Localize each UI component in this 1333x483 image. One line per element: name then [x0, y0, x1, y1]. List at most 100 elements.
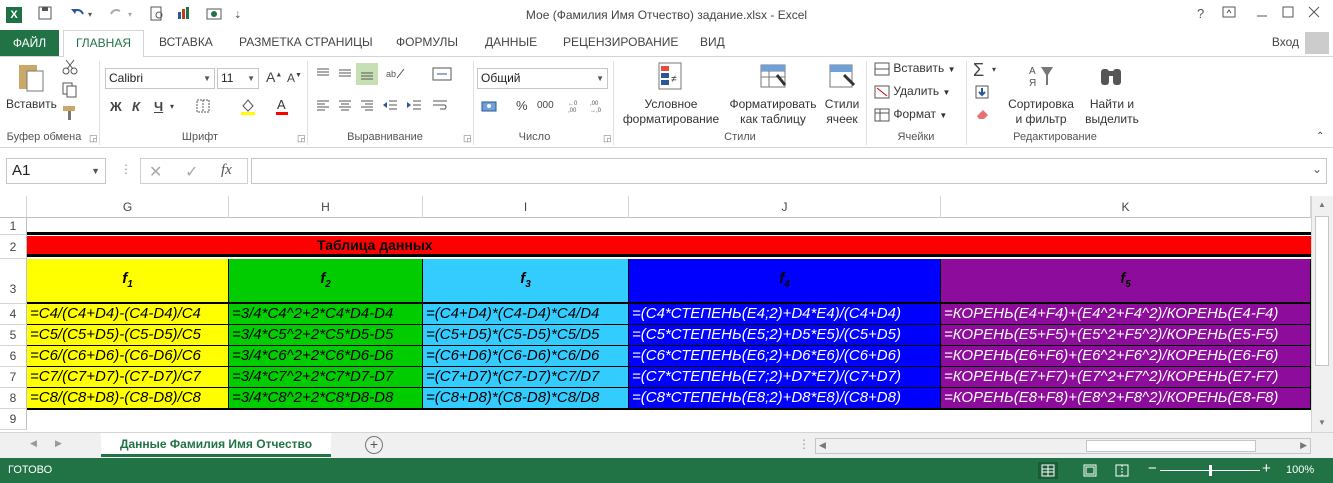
table-cell[interactable]: =C8/(C8+D8)-(C8-D8)/C8 [27, 388, 229, 409]
table-cell[interactable]: =(C7*СТЕПЕНЬ(E7;2)+D7*E7)/(C7+D7) [629, 367, 941, 388]
avatar[interactable] [1305, 32, 1329, 54]
scroll-thumb[interactable] [1315, 216, 1329, 366]
help-button[interactable]: ? [1197, 6, 1204, 21]
format-as-table-button[interactable]: Форматировать как таблицу [726, 61, 820, 127]
collapse-ribbon-icon[interactable]: ⌃ [1316, 131, 1324, 142]
select-all-corner[interactable] [0, 196, 27, 218]
paste-button[interactable]: Вставить [6, 61, 57, 121]
scroll-down-icon[interactable]: ▼ [1318, 418, 1326, 427]
table-cell[interactable]: =3/4*C6^2+2*C6*D6-D6 [229, 346, 423, 367]
tab-file[interactable]: ФАЙЛ [0, 30, 59, 56]
enter-icon[interactable]: ✓ [185, 162, 198, 182]
prev-sheet-icon[interactable]: ◀ [30, 438, 37, 449]
row-header[interactable]: 8 [0, 388, 27, 409]
shrink-font-icon[interactable]: A▼ [287, 71, 302, 85]
clipboard-dialog-launcher-icon[interactable]: ◲ [89, 133, 98, 144]
table-cell[interactable]: =(C8+D8)*(C8-D8)*C8/D8 [423, 388, 629, 409]
header-cell[interactable]: f1 [27, 259, 229, 304]
column-header-k[interactable]: K [941, 196, 1311, 218]
tab-data[interactable]: ДАННЫЕ [485, 35, 537, 49]
table-cell[interactable]: =3/4*C5^2+2*C5*D5-D5 [229, 325, 423, 346]
align-right-icon[interactable] [360, 99, 374, 114]
table-cell[interactable]: =3/4*C7^2+2*C7*D7-D7 [229, 367, 423, 388]
conditional-formatting-button[interactable]: ≠ Условное форматирование [618, 61, 724, 127]
table-cell[interactable]: =(C4+D4)*(C4-D4)*C4/D4 [423, 304, 629, 325]
header-cell[interactable]: f5 [941, 259, 1311, 304]
scroll-left-icon[interactable]: ◀ [819, 440, 826, 451]
percent-button[interactable]: % [516, 98, 528, 113]
close-icon[interactable] [1308, 6, 1320, 21]
cell-styles-button[interactable]: Стили ячеек [820, 61, 864, 127]
decrease-decimal-icon[interactable]: ,00 →,0 [590, 99, 608, 116]
font-size-select[interactable]: 11 ▼ [217, 68, 259, 89]
add-sheet-icon[interactable]: + [365, 436, 383, 454]
thousands-separator-button[interactable]: 000 [537, 100, 554, 111]
tab-home[interactable]: ГЛАВНАЯ [63, 30, 144, 57]
tab-view[interactable]: ВИД [700, 35, 725, 49]
table-cell[interactable]: =3/4*C8^2+2*C8*D8-D8 [229, 388, 423, 409]
cancel-icon[interactable]: ✕ [149, 162, 162, 182]
increase-decimal-icon[interactable]: ←0,00 [568, 99, 586, 116]
sort-filter-button[interactable]: АЯ Сортировка и фильтр [1006, 61, 1076, 127]
row-header[interactable]: 9 [0, 409, 27, 430]
insert-cells-button[interactable]: Вставить ▼ [874, 61, 964, 77]
tab-review[interactable]: РЕЦЕНЗИРОВАНИЕ [563, 35, 678, 49]
row-header[interactable]: 1 [0, 218, 27, 235]
horizontal-scrollbar[interactable]: ◀ ▶ [815, 438, 1311, 454]
maximize-icon[interactable] [1282, 6, 1294, 21]
tab-insert[interactable]: ВСТАВКА [159, 35, 213, 49]
row-header[interactable]: 6 [0, 346, 27, 367]
header-cell[interactable]: f3 [423, 259, 629, 304]
next-sheet-icon[interactable]: ▶ [55, 438, 62, 449]
find-select-button[interactable]: Найти и выделить [1082, 61, 1142, 127]
normal-view-icon[interactable] [1038, 462, 1058, 479]
grow-font-icon[interactable]: A▲ [266, 69, 282, 85]
zoom-out-button[interactable]: − [1148, 460, 1157, 477]
table-cell[interactable]: =КОРЕНЬ(E4+F4)+(E4^2+F4^2)/КОРЕНЬ(E4-F4) [941, 304, 1311, 325]
scroll-up-icon[interactable]: ▲ [1318, 200, 1326, 209]
ribbon-display-icon[interactable] [1222, 6, 1236, 21]
insert-function-button[interactable]: fx [221, 162, 232, 179]
zoom-in-button[interactable]: + [1262, 460, 1271, 477]
number-dialog-launcher-icon[interactable]: ◲ [603, 133, 612, 144]
table-cell[interactable]: =(C7+D7)*(C7-D7)*C7/D7 [423, 367, 629, 388]
align-bottom-icon[interactable] [356, 63, 378, 85]
row-9-cells[interactable] [27, 409, 1311, 430]
column-header-j[interactable]: J [629, 196, 941, 218]
table-cell[interactable]: =C5/(C5+D5)-(C5-D5)/C5 [27, 325, 229, 346]
table-cell[interactable]: =C6/(C6+D6)-(C6-D6)/C6 [27, 346, 229, 367]
expand-formula-bar-icon[interactable]: ⌄ [1312, 162, 1322, 176]
borders-icon[interactable] [196, 99, 210, 116]
wrap-text-icon[interactable] [432, 99, 448, 114]
column-header-i[interactable]: I [423, 196, 629, 218]
fill-color-icon[interactable] [240, 97, 256, 118]
row-header[interactable]: 2 [0, 235, 27, 259]
table-cell[interactable]: =(C6+D6)*(C6-D6)*C6/D6 [423, 346, 629, 367]
table-cell[interactable]: =(C6*СТЕПЕНЬ(E6;2)+D6*E6)/(C6+D6) [629, 346, 941, 367]
table-cell[interactable]: =КОРЕНЬ(E6+F6)+(E6^2+F6^2)/КОРЕНЬ(E6-F6) [941, 346, 1311, 367]
zoom-level[interactable]: 100% [1286, 464, 1314, 476]
copy-icon[interactable] [62, 82, 78, 101]
align-left-icon[interactable] [316, 99, 330, 114]
scroll-right-icon[interactable]: ▶ [1300, 440, 1307, 451]
table-cell[interactable]: =(C8*СТЕПЕНЬ(E8;2)+D8*E8)/(C8+D8) [629, 388, 941, 409]
italic-button[interactable]: К [132, 99, 140, 114]
tab-formulas[interactable]: ФОРМУЛЫ [396, 35, 458, 49]
number-format-select[interactable]: Общий ▼ [477, 68, 608, 89]
column-header-h[interactable]: H [229, 196, 423, 218]
table-title-cell[interactable]: Таблица данных [27, 236, 1311, 257]
table-cell[interactable]: =(C5*СТЕПЕНЬ(E5;2)+D5*E5)/(C5+D5) [629, 325, 941, 346]
header-cell[interactable]: f4 [629, 259, 941, 304]
page-break-view-icon[interactable] [1112, 462, 1132, 482]
increase-indent-icon[interactable] [406, 99, 422, 114]
page-layout-view-icon[interactable] [1080, 462, 1100, 482]
font-color-icon[interactable]: A [275, 97, 289, 118]
horizontal-scroll-thumb[interactable] [1086, 440, 1256, 452]
format-painter-icon[interactable] [62, 105, 78, 124]
alignment-dialog-launcher-icon[interactable]: ◲ [463, 133, 472, 144]
row-header[interactable]: 4 [0, 304, 27, 325]
underline-button[interactable]: Ч [154, 99, 163, 114]
table-cell[interactable]: =КОРЕНЬ(E8+F8)+(E8^2+F8^2)/КОРЕНЬ(E8-F8) [941, 388, 1311, 409]
text-orientation-icon[interactable]: ab [386, 66, 406, 83]
delete-cells-button[interactable]: Удалить ▼ [874, 84, 964, 100]
